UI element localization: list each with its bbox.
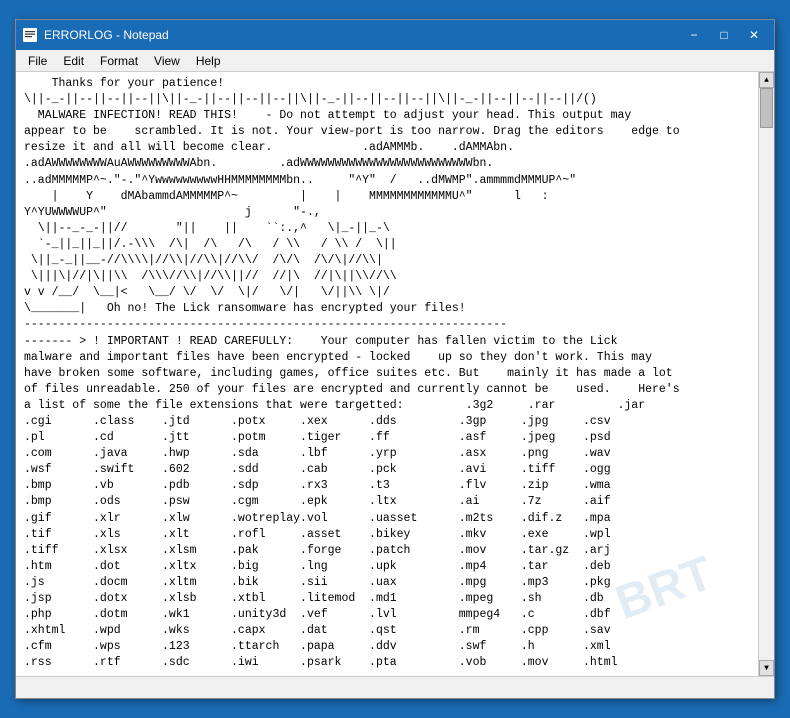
minimize-button[interactable]: − [680,25,708,45]
menu-edit[interactable]: Edit [55,52,92,70]
content-area: Thanks for your patience! \||-_-||--||--… [16,72,774,676]
vertical-scrollbar[interactable]: ▲ ▼ [758,72,774,676]
notepad-window: ERRORLOG - Notepad − □ ✕ File Edit Forma… [15,19,775,699]
scroll-thumb[interactable] [760,88,773,128]
window-title: ERRORLOG - Notepad [44,28,680,42]
maximize-button[interactable]: □ [710,25,738,45]
menu-format[interactable]: Format [92,52,146,70]
text-editor[interactable]: Thanks for your patience! \||-_-||--||--… [16,72,758,676]
titlebar: ERRORLOG - Notepad − □ ✕ [16,20,774,50]
statusbar [16,676,774,698]
menu-help[interactable]: Help [188,52,229,70]
scroll-down-button[interactable]: ▼ [759,660,774,676]
menu-file[interactable]: File [20,52,55,70]
menu-view[interactable]: View [146,52,188,70]
scroll-up-button[interactable]: ▲ [759,72,774,88]
close-button[interactable]: ✕ [740,25,768,45]
scroll-track[interactable] [759,88,774,660]
menubar: File Edit Format View Help [16,50,774,72]
window-controls: − □ ✕ [680,25,768,45]
app-icon [22,27,38,43]
